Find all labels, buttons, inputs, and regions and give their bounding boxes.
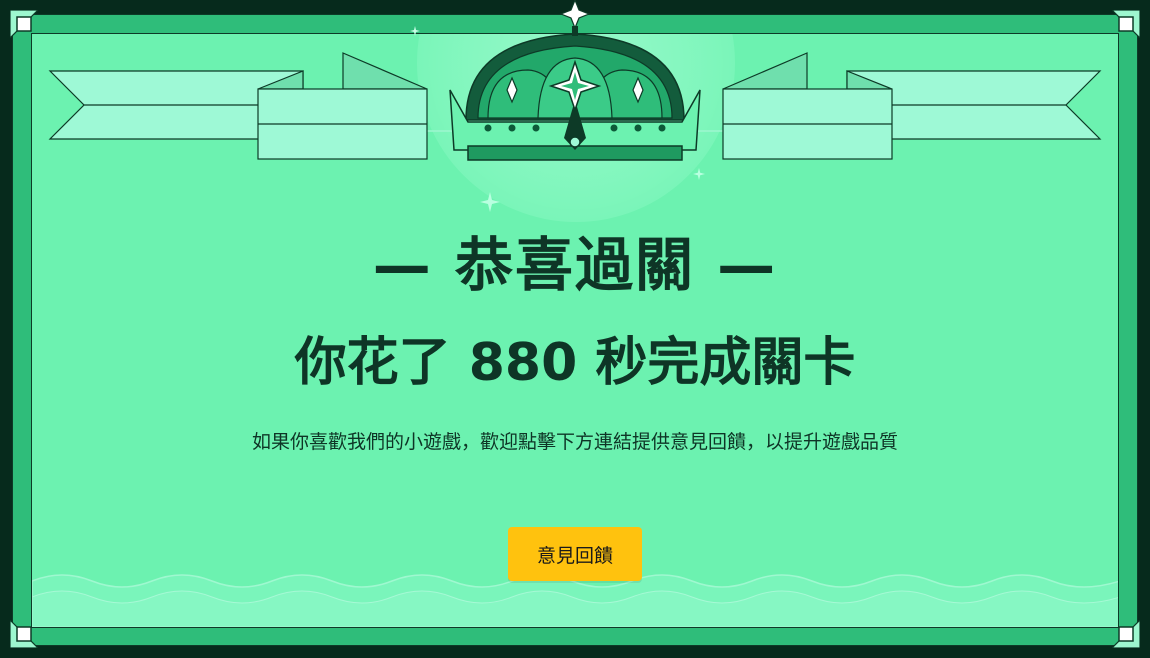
time-prefix: 你花了 (294, 333, 451, 393)
sparkle-icon (480, 192, 500, 212)
feedback-button[interactable]: 意見回饋 (508, 527, 642, 581)
page-title: — 恭喜過關 — (372, 231, 778, 299)
crown-icon (449, 0, 701, 161)
time-suffix: 秒完成關卡 (595, 333, 856, 393)
sparkle-icon (410, 26, 420, 36)
sparkle-icon (693, 168, 705, 180)
completion-time: 你花了 880 秒完成關卡 (0, 320, 1150, 395)
feedback-message: 如果你喜歡我們的小遊戲，歡迎點擊下方連結提供意見回饋，以提升遊戲品質 (251, 431, 898, 453)
game-complete-screen: — 恭喜過關 — 你花了 880 秒完成關卡 如果你喜歡我們的小遊戲，歡迎點擊下… (0, 0, 1150, 658)
time-seconds: 880 (468, 333, 578, 393)
